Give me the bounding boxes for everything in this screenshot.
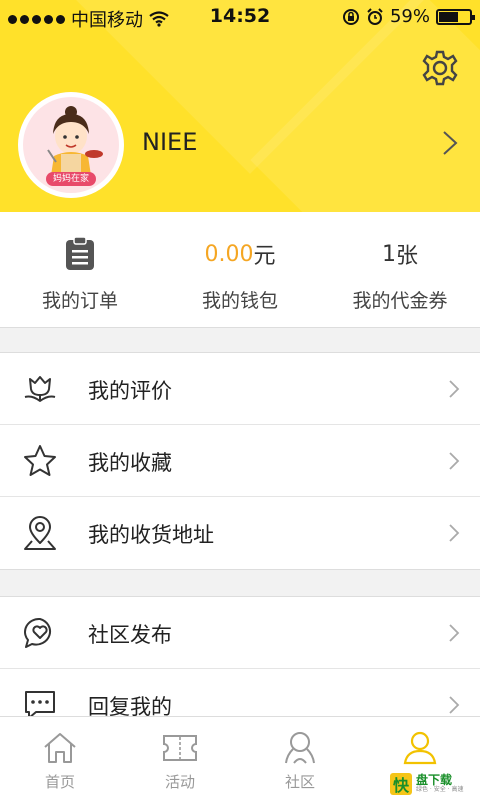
clipboard-icon (66, 236, 94, 270)
location-pin-icon (24, 516, 56, 550)
battery-icon (436, 8, 475, 25)
watermark-logo: 快 盘下载 绿色 · 安全 · 高速 (386, 770, 478, 798)
my-orders-button[interactable]: 我的订单 (0, 212, 160, 327)
my-wallet-label: 我的钱包 (201, 290, 278, 312)
wallet-balance: 0.00 (204, 241, 254, 267)
menu-item-label: 我的收藏 (88, 451, 172, 475)
profile-header: 中国移动 14:52 59% 妈妈在家 NIEE (0, 0, 480, 212)
watermark-subtitle: 绿色 · 安全 · 高速 (416, 786, 464, 793)
status-bar: 中国移动 14:52 59% (0, 0, 480, 34)
menu-item-community-posts[interactable]: 社区发布 (0, 597, 480, 669)
menu-item-shipping-address[interactable]: 我的收货地址 (0, 497, 480, 569)
watermark-title: 盘下载 (416, 773, 453, 787)
tab-label: 活动 (164, 773, 195, 791)
chevron-right-icon (449, 524, 460, 542)
chevron-right-icon (449, 380, 460, 398)
menu-group-community: 社区发布 回复我的 (0, 596, 480, 718)
my-wallet-button[interactable]: 0.00 元 我的钱包 (160, 212, 320, 327)
my-vouchers-button[interactable]: 1张 我的代金券 (320, 212, 480, 327)
tab-label: 首页 (44, 773, 75, 791)
home-icon (44, 733, 76, 763)
menu-group-account: 我的评价 我的收藏 我的收货地址 (0, 352, 480, 570)
menu-item-my-favorites[interactable]: 我的收藏 (0, 425, 480, 497)
menu-item-label: 社区发布 (88, 623, 172, 647)
watermark-mark: 快 (390, 773, 412, 795)
chat-dots-icon (25, 691, 55, 718)
battery-percent: 59% (389, 6, 430, 27)
alarm-icon (367, 7, 383, 25)
menu-item-replies-to-me[interactable]: 回复我的 (0, 669, 480, 718)
tab-home[interactable]: 首页 (0, 717, 120, 800)
battery-fill (439, 11, 458, 22)
chevron-right-icon (449, 624, 460, 642)
chevron-right-icon[interactable] (442, 130, 458, 156)
avatar-badge: 妈妈在家 (46, 172, 96, 186)
avatar[interactable]: 妈妈在家 (18, 92, 124, 198)
tab-label: 社区 (284, 773, 315, 791)
my-orders-label: 我的订单 (41, 290, 118, 312)
menu-item-label: 我的评价 (88, 379, 172, 403)
menu-item-label: 回复我的 (88, 695, 172, 718)
flower-icon (24, 376, 56, 402)
tab-activities[interactable]: 活动 (120, 717, 240, 800)
tab-community[interactable]: 社区 (240, 717, 360, 800)
community-icon (285, 732, 315, 764)
ticket-icon (163, 735, 197, 761)
wallet-unit: 元 (253, 244, 276, 269)
star-icon (24, 445, 56, 476)
menu-item-my-reviews[interactable]: 我的评价 (0, 353, 480, 425)
voucher-unit: 张 (395, 244, 418, 269)
chevron-right-icon (449, 452, 460, 470)
chat-heart-icon (24, 617, 52, 648)
username[interactable]: NIEE (142, 128, 197, 156)
account-stats: 我的订单 0.00 元 我的钱包 1张 我的代金券 (0, 212, 480, 328)
my-vouchers-label: 我的代金券 (352, 290, 448, 312)
chevron-right-icon (449, 696, 460, 714)
rotation-lock-icon (342, 8, 359, 25)
person-icon (403, 731, 437, 765)
voucher-count: 1 (381, 241, 396, 267)
gear-icon[interactable] (420, 48, 460, 88)
menu-item-label: 我的收货地址 (88, 523, 214, 547)
